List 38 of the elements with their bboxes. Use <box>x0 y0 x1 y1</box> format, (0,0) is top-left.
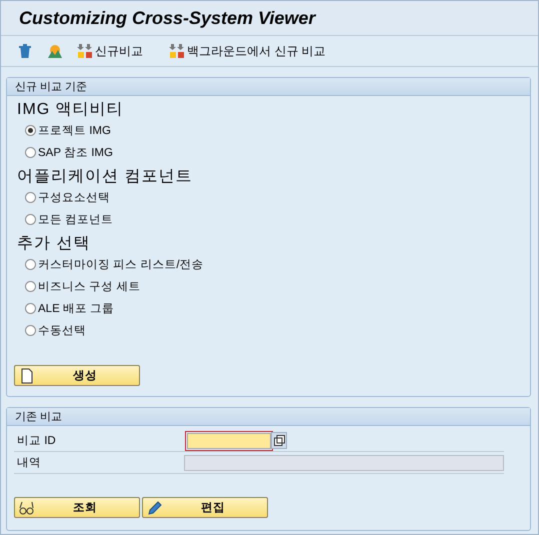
trash-icon <box>17 43 33 59</box>
pencil-icon <box>147 500 163 516</box>
group-title: 기존 비교 <box>7 408 530 426</box>
input-field[interactable] <box>187 432 271 448</box>
radio-button[interactable] <box>25 214 36 224</box>
edit-button[interactable]: 편집 <box>142 497 268 518</box>
section-heading: 어플리케이션 컴포넌트 <box>16 167 194 186</box>
radio-option[interactable]: 모든 컴포넌트 <box>7 208 530 230</box>
radio-button[interactable] <box>25 280 36 292</box>
document-icon <box>19 368 35 384</box>
radio-option[interactable]: 수동선택 <box>7 319 530 341</box>
field-label: 내역 <box>16 456 42 470</box>
radio-button[interactable] <box>25 124 36 136</box>
radio-button[interactable] <box>25 258 36 270</box>
field-label: 비교 ID <box>16 434 57 448</box>
radio-button[interactable] <box>25 324 36 336</box>
glasses-icon <box>19 500 35 516</box>
value-help-button[interactable] <box>271 432 287 449</box>
radio-option[interactable]: 프로젝트 IMG <box>7 119 530 141</box>
toolbar-button[interactable]: 신규비교 <box>73 42 147 60</box>
radio-option[interactable]: 커스터마이징 피스 리스트/전송 <box>7 253 530 275</box>
toolbar-button[interactable]: 백그라운드에서 신규 비교 <box>165 42 330 60</box>
radio-option[interactable]: 구성요소선택 <box>7 186 530 208</box>
radio-button[interactable] <box>25 192 36 202</box>
create-button[interactable]: 생성 <box>14 365 140 386</box>
section-heading: IMG 액티비티 <box>16 100 125 119</box>
copy-icon <box>274 435 284 446</box>
compare-icon <box>77 43 93 59</box>
radio-option[interactable]: ALE 배포 그룹 <box>7 297 530 319</box>
radio-option[interactable]: 비즈니스 구성 세트 <box>7 275 530 297</box>
compare-icon <box>169 43 185 59</box>
landscape-icon <box>47 43 63 59</box>
section-heading: 추가 선택 <box>16 234 92 253</box>
radio-button[interactable] <box>25 146 36 158</box>
group-title: 신규 비교 기준 <box>7 78 530 96</box>
display-button[interactable]: 조회 <box>14 497 140 518</box>
radio-button[interactable] <box>25 302 36 314</box>
radio-option[interactable]: SAP 참조 IMG <box>7 141 530 163</box>
